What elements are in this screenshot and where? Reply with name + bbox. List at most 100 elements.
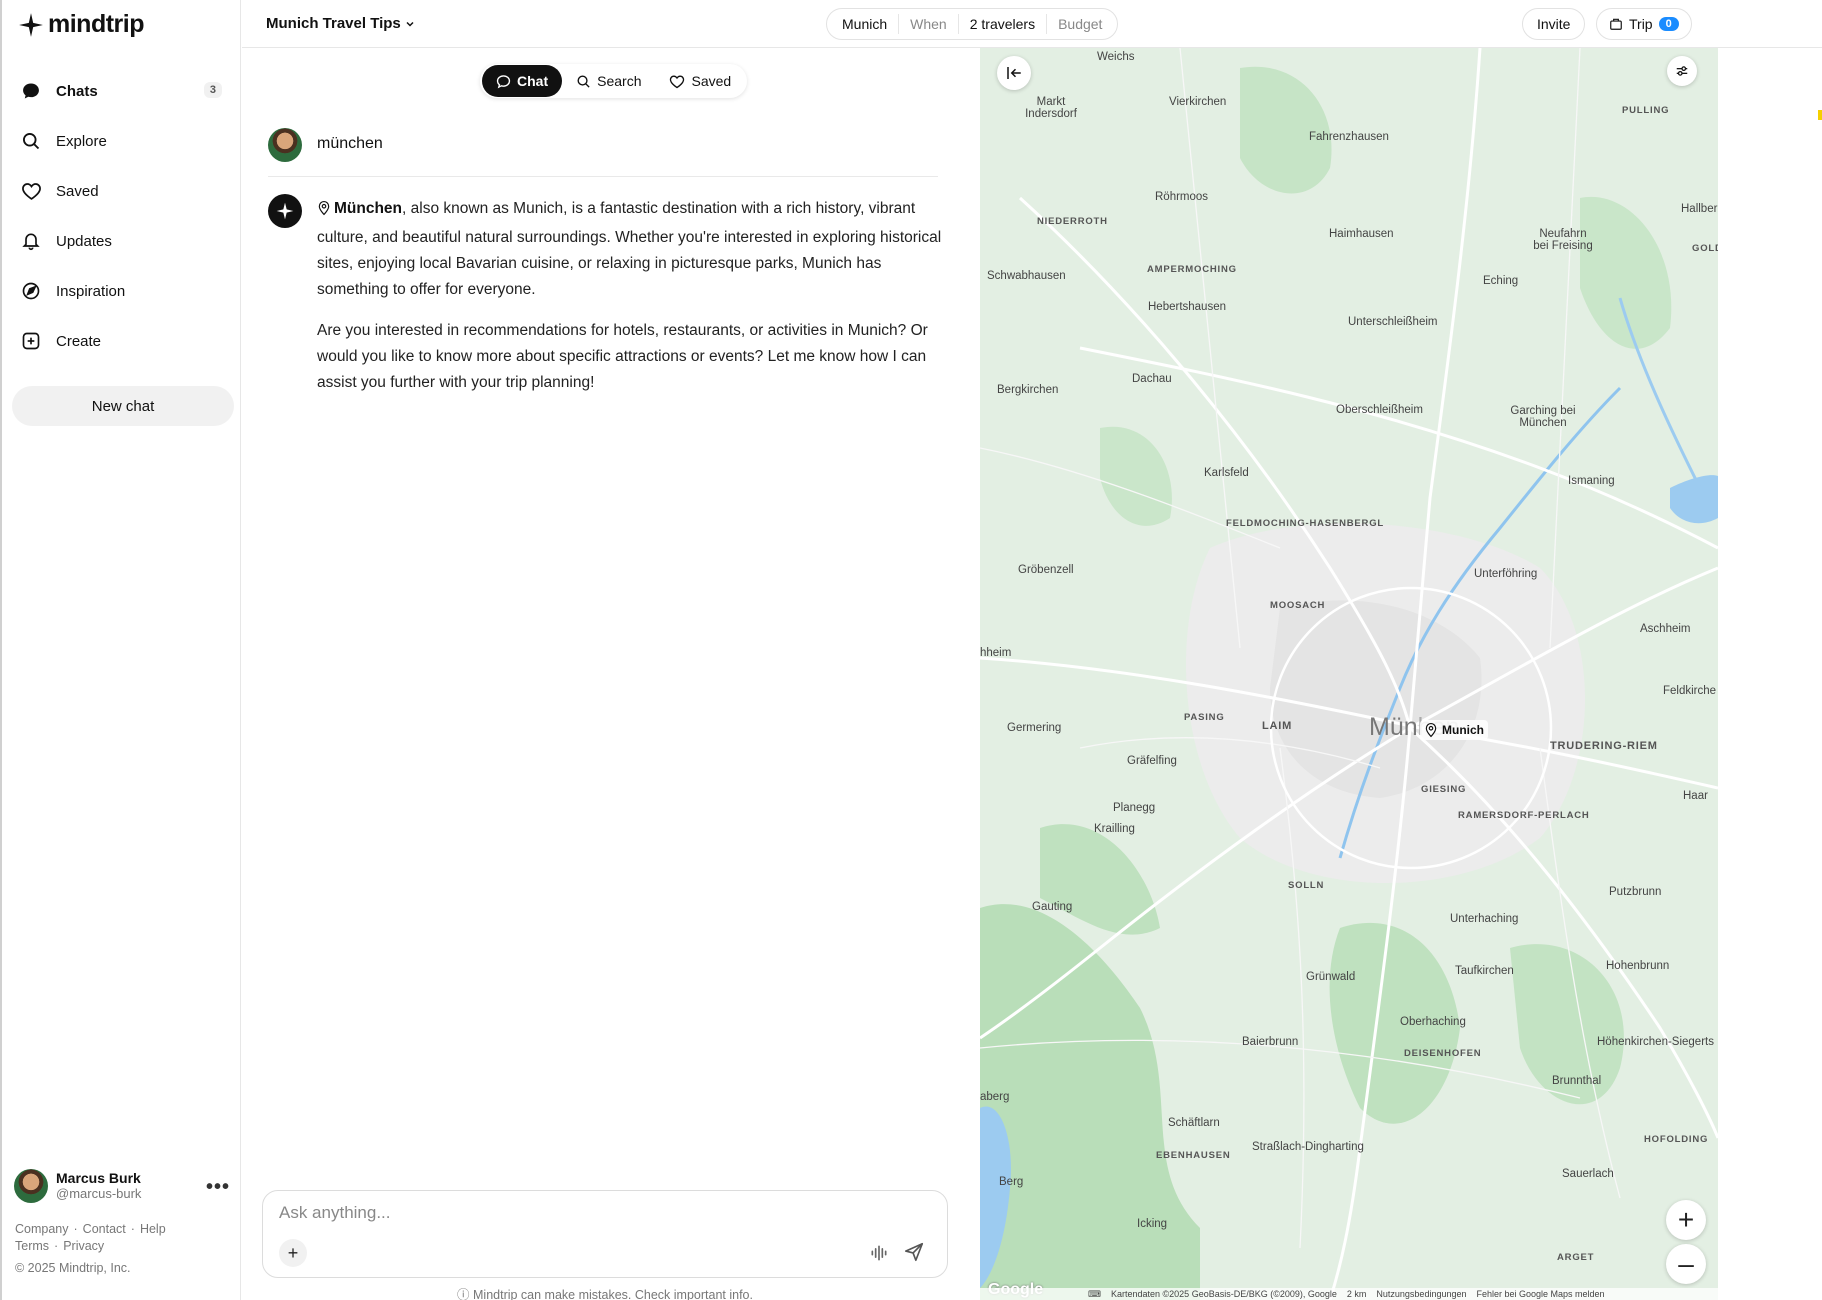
report-map-error-link[interactable]: Fehler bei Google Maps melden [1476,1289,1604,1299]
bell-icon [20,230,42,252]
footer-links: Company · Contact · Help Terms · Privacy [15,1222,166,1253]
search-icon [20,130,42,152]
map-place-label: Oberschleißheim [1336,404,1423,416]
sidebar-item-label: Explore [56,132,107,150]
mindtrip-logo[interactable]: mindtrip [18,10,145,39]
help-link[interactable]: Help [140,1222,166,1236]
chats-count-badge: 3 [203,82,222,98]
map-place-label: Straßlach-Dingharting [1252,1141,1364,1153]
user-profile[interactable]: Marcus Burk @marcus-burk ••• [14,1168,230,1204]
map-place-label: DEISENHOFEN [1404,1048,1482,1059]
map-place-label: Neufahrn bei Freising [1533,228,1593,252]
pin-label: Munich [1442,723,1484,737]
map-place-label: TRUDERING-RIEM [1550,740,1658,752]
info-icon: ⓘ [457,1288,473,1300]
map-place-label: Krailling [1094,823,1135,835]
more-options-icon[interactable]: ••• [206,1176,230,1199]
map-place-label: Markt Indersdorf [1025,96,1077,120]
map-place-label: Oberhaching [1400,1016,1466,1028]
map-place-label: Gauting [1032,901,1073,913]
message-input[interactable]: Ask anything... [279,1203,391,1223]
map-place-label: Fahrenzhausen [1309,131,1389,143]
map-place-label: PULLING [1622,105,1670,116]
logo-text: mindtrip [48,10,145,38]
sidebar-item-label: Chats [56,82,98,100]
map-place-label: Gröbenzell [1018,564,1074,576]
map-place-label: Haimhausen [1329,228,1394,240]
tab-saved[interactable]: Saved [655,65,745,97]
map-place-label: GOLD [1692,243,1718,254]
map-place-label: Dachau [1132,373,1172,385]
collapse-left-icon [1007,67,1021,79]
map-panel[interactable]: Weichs Markt Indersdorf Vierkirchen Fahr… [980,48,1718,1300]
map-place-label: Garching bei München [1510,405,1576,429]
sidebar-nav: Chats 3 Explore Saved Updates Inspiratio… [12,66,234,366]
sidebar-item-label: Inspiration [56,282,126,300]
heart-icon [20,180,42,202]
dates-selector[interactable]: When [899,14,959,34]
scale-label[interactable]: 2 km [1347,1289,1367,1299]
sidebar-item-inspiration[interactable]: Inspiration [12,266,234,316]
collapse-map-button[interactable] [997,56,1031,90]
terms-link[interactable]: Terms [15,1239,49,1253]
privacy-link[interactable]: Privacy [63,1239,104,1253]
assistant-message: München, also known as Munich, is a fant… [317,196,945,411]
place-link[interactable]: München [334,200,402,217]
tab-chat[interactable]: Chat [482,65,563,97]
chat-bubble-icon [20,80,42,102]
search-icon [577,75,590,88]
voice-input-icon[interactable] [869,1243,889,1268]
map-place-label: Eching [1483,275,1519,287]
sidebar: mindtrip Chats 3 Explore Saved Updates I… [0,0,241,1300]
map-place-label: ARGET [1557,1252,1595,1263]
map-place-label: Feldkirche [1663,685,1717,697]
trip-count-badge: 0 [1658,17,1679,31]
sidebar-item-explore[interactable]: Explore [12,116,234,166]
send-icon[interactable] [903,1241,925,1268]
disclaimer: ⓘ Mindtrip can make mistakes. Check impo… [242,1284,968,1300]
sparkle-logo-icon [19,12,43,37]
sparkle-icon [276,202,294,220]
zoom-in-button[interactable]: + [1666,1200,1706,1240]
location-pin-icon[interactable] [317,199,331,225]
new-chat-button[interactable]: New chat [12,386,234,426]
map-place-label: Bergkirchen [997,384,1059,396]
contact-link[interactable]: Contact [83,1222,126,1236]
map-place-label: FELDMOCHING-HASENBERGL [1226,518,1384,529]
map-place-label: Vierkirchen [1169,96,1227,108]
zoom-out-button[interactable]: – [1666,1244,1706,1284]
map-place-label: aberg [980,1091,1010,1103]
sidebar-item-updates[interactable]: Updates [12,216,234,266]
map-place-label: Sauerlach [1562,1168,1614,1180]
map-place-label: LAIM [1262,720,1293,732]
map-place-label: Germering [1007,722,1062,734]
trip-parameters: Munich When 2 travelers Budget [826,8,1119,40]
map-place-label: Hohenbrunn [1606,960,1670,972]
sidebar-item-chats[interactable]: Chats 3 [12,66,234,116]
tab-search[interactable]: Search [562,65,655,97]
map-place-label: HOFOLDING [1644,1134,1709,1145]
map-pin-munich[interactable]: Munich [1420,720,1488,740]
map-place-label: Schäftlarn [1168,1117,1220,1129]
map-place-label: EBENHAUSEN [1156,1150,1231,1161]
invite-button[interactable]: Invite [1522,8,1586,40]
map-place-label: Haar [1683,790,1708,802]
attribution-text: Kartendaten ©2025 GeoBasis-DE/BKG (©2009… [1111,1289,1337,1299]
map-place-label: Höhenkirchen-Siegerts [1597,1036,1714,1048]
map-place-label: Berg [999,1176,1024,1188]
sidebar-item-create[interactable]: Create [12,316,234,366]
map-place-label: NIEDERROTH [1037,216,1108,227]
trip-title-dropdown[interactable]: Munich Travel Tips [266,15,415,32]
keyboard-icon[interactable]: ⌨ [1088,1289,1101,1300]
travelers-selector[interactable]: 2 travelers [959,14,1048,34]
budget-selector[interactable]: Budget [1047,14,1113,34]
trip-button[interactable]: Trip 0 [1596,8,1692,40]
destination-selector[interactable]: Munich [831,14,900,34]
map-terms-link[interactable]: Nutzungsbedingungen [1376,1289,1466,1299]
add-attachment-button[interactable]: + [279,1239,307,1267]
sidebar-item-saved[interactable]: Saved [12,166,234,216]
map-filters-button[interactable] [1667,56,1697,86]
company-link[interactable]: Company [15,1222,69,1236]
map-place-label: Icking [1137,1218,1168,1230]
city-name-head: Mün [1369,713,1418,741]
